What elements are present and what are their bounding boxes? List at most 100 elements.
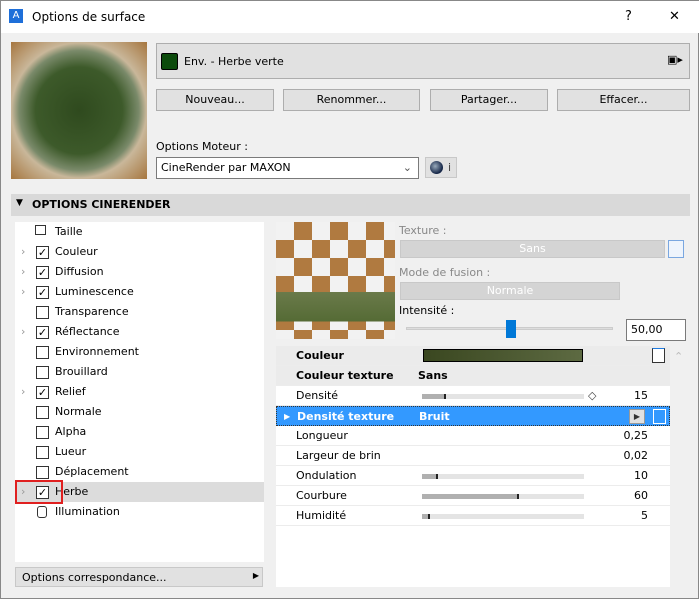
material-preview — [11, 42, 147, 179]
param-value[interactable]: 15 — [634, 386, 648, 406]
texture-link-icon[interactable] — [653, 409, 666, 424]
checkbox[interactable]: ✓ — [36, 246, 49, 259]
param-label: Ondulation — [296, 469, 357, 482]
channel-item[interactable]: Brouillard — [15, 362, 264, 382]
matching-options-button[interactable]: Options correspondance... ▶ — [15, 567, 263, 587]
share-button[interactable]: Partager... — [430, 89, 548, 111]
channel-item[interactable]: Lueur — [15, 442, 264, 462]
param-label: Courbure — [296, 489, 347, 502]
channel-label: Couleur — [55, 245, 98, 258]
param-row-waviness[interactable]: Ondulation 10 — [276, 466, 670, 486]
expand-icon[interactable]: › — [21, 242, 25, 262]
channel-label: Déplacement — [55, 465, 129, 478]
rename-button[interactable]: Renommer... — [283, 89, 420, 111]
expand-icon[interactable]: › — [21, 282, 25, 302]
new-button[interactable]: Nouveau... — [156, 89, 274, 111]
channel-item[interactable]: Illumination — [15, 502, 264, 522]
expand-icon[interactable]: ▶ — [284, 407, 290, 427]
param-value[interactable]: 10 — [634, 466, 648, 486]
submenu-button[interactable]: ▶ — [629, 409, 645, 424]
texture-link-icon[interactable] — [652, 348, 665, 363]
channel-item[interactable]: Transparence — [15, 302, 264, 322]
texture-preview — [276, 222, 395, 339]
param-row-density-texture[interactable]: ▶ Densité texture Bruit ▶ — [276, 406, 670, 426]
channel-item[interactable]: Alpha — [15, 422, 264, 442]
engine-info-button[interactable]: i — [425, 157, 457, 178]
checkbox[interactable] — [36, 426, 49, 439]
window-title: Options de surface — [32, 10, 146, 24]
checkbox[interactable]: ✓ — [36, 286, 49, 299]
channel-item[interactable]: › ✓ Relief — [15, 382, 264, 402]
channel-item[interactable]: Environnement — [15, 342, 264, 362]
param-value[interactable]: 0,02 — [624, 446, 649, 466]
checkbox[interactable] — [36, 466, 49, 479]
param-slider[interactable] — [422, 394, 584, 399]
channel-item[interactable]: Normale — [15, 402, 264, 422]
material-name: Env. - Herbe verte — [184, 55, 284, 68]
info-icon: i — [448, 161, 452, 174]
channel-label: Alpha — [55, 425, 87, 438]
channel-label: Brouillard — [55, 365, 108, 378]
intensity-value: 50,00 — [631, 323, 663, 336]
slider-thumb[interactable] — [505, 320, 516, 338]
color-swatch[interactable] — [423, 349, 583, 362]
checkbox[interactable]: ✓ — [36, 326, 49, 339]
image-menu-icon[interactable]: ▣▸ — [667, 53, 683, 66]
arrow-right-icon: ▶ — [252, 571, 259, 580]
expand-icon[interactable]: › — [21, 262, 25, 282]
section-header[interactable]: ▼ OPTIONS CINERENDER — [11, 194, 690, 216]
material-swatch — [161, 53, 178, 70]
checkbox[interactable]: ✓ — [36, 386, 49, 399]
checkbox[interactable] — [36, 446, 49, 459]
channel-item[interactable]: Déplacement — [15, 462, 264, 482]
param-slider[interactable] — [422, 474, 584, 479]
blend-mode-field[interactable]: Normale — [400, 282, 620, 300]
param-row-bend[interactable]: Courbure 60 — [276, 486, 670, 506]
param-row-color[interactable]: Couleur — [276, 346, 670, 366]
delete-button[interactable]: Effacer... — [557, 89, 690, 111]
animate-icon[interactable]: ◇ — [588, 386, 596, 406]
engine-select[interactable]: CineRender par MAXON ⌄ — [156, 157, 419, 179]
param-row-length[interactable]: Longueur 0,25 — [276, 426, 670, 446]
expand-icon[interactable]: › — [21, 382, 25, 402]
checkbox[interactable] — [36, 366, 49, 379]
close-button[interactable]: ✕ — [669, 9, 680, 24]
expand-icon[interactable]: › — [21, 322, 25, 342]
channel-item[interactable]: Taille — [15, 222, 264, 242]
help-button[interactable]: ? — [625, 9, 632, 24]
param-value[interactable]: 5 — [641, 506, 648, 526]
param-slider[interactable] — [422, 514, 584, 519]
channel-item[interactable]: › ✓ Luminescence — [15, 282, 264, 302]
param-row-humidity[interactable]: Humidité 5 — [276, 506, 670, 526]
intensity-slider[interactable] — [406, 320, 613, 338]
param-label: Couleur — [296, 349, 344, 362]
channel-label: Taille — [55, 225, 83, 238]
param-row-width[interactable]: Largeur de brin 0,02 — [276, 446, 670, 466]
param-slider[interactable] — [422, 494, 584, 499]
param-label: Humidité — [296, 509, 347, 522]
scrollbar[interactable]: ⌃ — [670, 346, 686, 587]
channel-item[interactable]: › ✓ Couleur — [15, 242, 264, 262]
chevron-down-icon: ⌄ — [402, 161, 412, 174]
texture-browse-icon[interactable] — [668, 240, 684, 258]
param-label: Longueur — [296, 429, 348, 442]
checkbox[interactable]: ✓ — [36, 266, 49, 279]
checkbox[interactable] — [36, 306, 49, 319]
channel-label: Transparence — [55, 305, 129, 318]
texture-field[interactable]: Sans — [400, 240, 665, 258]
param-value[interactable]: 60 — [634, 486, 648, 506]
material-selector[interactable]: Env. - Herbe verte ▣▸ — [156, 43, 690, 79]
cinema4d-icon — [430, 161, 443, 174]
param-value[interactable]: 0,25 — [624, 426, 649, 446]
channel-item[interactable]: › ✓ Réflectance — [15, 322, 264, 342]
checkbox[interactable] — [36, 406, 49, 419]
param-row-color-texture[interactable]: Couleur texture Sans — [276, 366, 670, 386]
scroll-up-icon[interactable]: ⌃ — [674, 350, 683, 363]
checkbox[interactable] — [36, 346, 49, 359]
intensity-input[interactable]: 50,00 — [626, 319, 686, 341]
matching-options-label: Options correspondance... — [22, 571, 167, 584]
param-row-density[interactable]: Densité ◇ 15 — [276, 386, 670, 406]
channel-item[interactable]: › ✓ Diffusion — [15, 262, 264, 282]
title-bar: A Options de surface ? ✕ — [1, 1, 699, 33]
param-label: Couleur texture — [296, 369, 394, 382]
